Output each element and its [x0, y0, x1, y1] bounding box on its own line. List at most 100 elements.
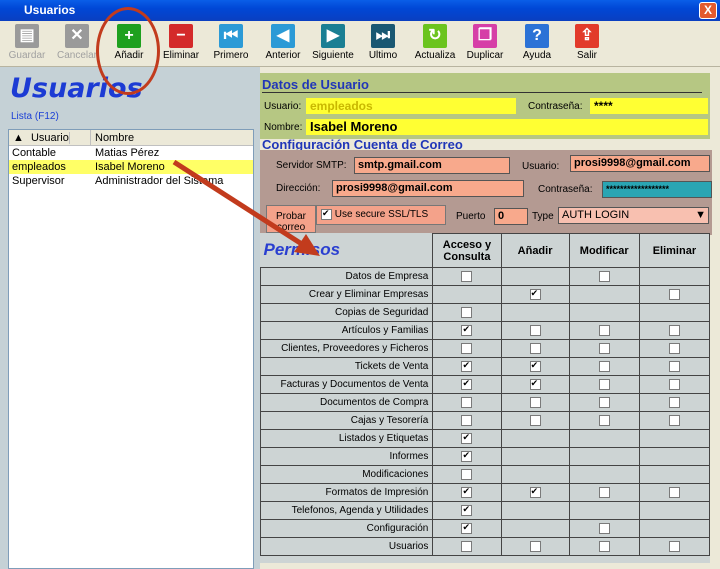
permiso-checkbox[interactable]	[461, 450, 473, 462]
type-label: Type	[532, 211, 554, 222]
permiso-checkbox[interactable]	[529, 396, 541, 408]
permiso-checkbox[interactable]	[668, 396, 680, 408]
permiso-checkbox[interactable]	[529, 378, 541, 390]
permiso-checkbox[interactable]	[461, 396, 473, 408]
toolbar-label: Duplicar	[466, 50, 504, 61]
table-row: Modificaciones	[259, 465, 711, 484]
chevron-down-icon[interactable]: ▼	[695, 208, 706, 223]
permiso-checkbox[interactable]	[461, 504, 473, 516]
smtp-field[interactable]: smtp.gmail.com	[354, 157, 510, 174]
primero-button[interactable]: ⏮ Primero	[206, 23, 256, 65]
correo-contrasena-field[interactable]: ******************	[602, 181, 712, 198]
salir-button[interactable]: ⇪ Salir	[562, 23, 612, 65]
permiso-checkbox[interactable]	[461, 432, 473, 444]
contrasena-field[interactable]: ****	[590, 98, 708, 114]
permiso-checkbox[interactable]	[461, 522, 473, 534]
ultimo-button[interactable]: ⏭ Ultimo	[358, 23, 408, 65]
permiso-checkbox[interactable]	[668, 360, 680, 372]
toolbar-label: Cancelar	[56, 50, 98, 61]
permisos-title: Permisos	[263, 240, 341, 260]
permiso-checkbox[interactable]	[529, 342, 541, 354]
permiso-cell	[638, 393, 711, 412]
permiso-checkbox[interactable]	[598, 396, 610, 408]
permiso-checkbox[interactable]	[461, 414, 473, 426]
permiso-checkbox[interactable]	[461, 468, 473, 480]
next-icon: ▶	[321, 24, 345, 48]
table-row: Crear y Eliminar Empresas	[259, 285, 711, 304]
list-item[interactable]: empleados Isabel Moreno	[9, 160, 253, 174]
permiso-checkbox[interactable]	[668, 414, 680, 426]
permiso-checkbox[interactable]	[461, 270, 473, 282]
usuario-field[interactable]: empleados	[306, 98, 516, 114]
permiso-name: Datos de Empresa	[259, 267, 434, 286]
permiso-checkbox[interactable]	[461, 486, 473, 498]
probar-correo-button[interactable]: Probar correo	[266, 205, 316, 233]
permiso-checkbox[interactable]	[598, 324, 610, 336]
permiso-cell	[638, 501, 711, 520]
permiso-checkbox[interactable]	[529, 414, 541, 426]
column-usuario[interactable]: ▲ Usuario	[9, 130, 91, 145]
list-item[interactable]: Supervisor Administrador del Sistema	[9, 174, 253, 188]
permiso-checkbox[interactable]	[529, 288, 541, 300]
help-icon: ?	[525, 24, 549, 48]
permiso-checkbox[interactable]	[668, 288, 680, 300]
permiso-checkbox[interactable]	[598, 270, 610, 282]
permiso-checkbox[interactable]	[598, 360, 610, 372]
anterior-button[interactable]: ◀ Anterior	[258, 23, 308, 65]
permiso-checkbox[interactable]	[461, 540, 473, 552]
cancelar-button[interactable]: ✕ Cancelar	[52, 23, 102, 65]
permiso-checkbox[interactable]	[461, 306, 473, 318]
siguiente-button[interactable]: ▶ Siguiente	[308, 23, 358, 65]
permiso-checkbox[interactable]	[461, 360, 473, 372]
permiso-checkbox[interactable]	[668, 324, 680, 336]
permiso-cell	[638, 357, 711, 376]
guardar-button[interactable]: ▤ Guardar	[2, 23, 52, 65]
ayuda-button[interactable]: ? Ayuda	[512, 23, 562, 65]
permiso-checkbox[interactable]	[598, 486, 610, 498]
ssl-option[interactable]: Use secure SSL/TLS	[316, 205, 446, 225]
col-acceso: Acceso y Consulta	[432, 233, 502, 268]
permiso-checkbox[interactable]	[668, 378, 680, 390]
lista-link[interactable]: Lista (F12)	[11, 111, 59, 122]
permiso-name: Documentos de Compra	[259, 393, 434, 412]
type-select[interactable]: AUTH LOGIN ▼	[558, 207, 709, 224]
permiso-checkbox[interactable]	[529, 486, 541, 498]
permiso-cell	[638, 483, 711, 502]
ssl-label: Use secure SSL/TLS	[334, 209, 429, 221]
delete-icon: −	[169, 24, 193, 48]
permiso-checkbox[interactable]	[598, 522, 610, 534]
type-value: AUTH LOGIN	[562, 209, 630, 221]
close-button[interactable]: X	[699, 2, 717, 19]
column-nombre[interactable]: Nombre	[91, 130, 253, 145]
permiso-checkbox[interactable]	[598, 414, 610, 426]
annotation-circle	[96, 7, 160, 95]
permiso-checkbox[interactable]	[598, 540, 610, 552]
direccion-field[interactable]: prosi9998@gmail.com	[332, 180, 524, 197]
permiso-checkbox[interactable]	[529, 540, 541, 552]
save-icon: ▤	[15, 24, 39, 48]
permiso-checkbox[interactable]	[461, 378, 473, 390]
correo-usuario-field[interactable]: prosi9998@gmail.com	[570, 155, 710, 172]
permiso-checkbox[interactable]	[461, 342, 473, 354]
permiso-checkbox[interactable]	[668, 486, 680, 498]
col-eliminar: Eliminar	[638, 233, 711, 268]
permiso-checkbox[interactable]	[598, 342, 610, 354]
eliminar-button[interactable]: − Eliminar	[156, 23, 206, 65]
toolbar-label: Guardar	[8, 50, 46, 61]
user-list[interactable]: ▲ Usuario Nombre Contable Matias Pérez emp…	[8, 129, 254, 569]
permiso-checkbox[interactable]	[529, 324, 541, 336]
permiso-checkbox[interactable]	[668, 342, 680, 354]
puerto-field[interactable]: 0	[494, 208, 528, 225]
ssl-checkbox[interactable]	[321, 208, 332, 220]
permiso-cell	[500, 483, 570, 502]
permiso-checkbox[interactable]	[461, 324, 473, 336]
duplicar-button[interactable]: ❐ Duplicar	[460, 23, 510, 65]
permiso-cell	[638, 537, 711, 556]
permiso-checkbox[interactable]	[529, 360, 541, 372]
actualiza-button[interactable]: ↻ Actualiza	[410, 23, 460, 65]
permiso-cell	[568, 267, 640, 286]
nombre-field[interactable]: Isabel Moreno	[306, 119, 708, 135]
permiso-checkbox[interactable]	[668, 540, 680, 552]
permiso-checkbox[interactable]	[598, 378, 610, 390]
list-item[interactable]: Contable Matias Pérez	[9, 146, 253, 160]
